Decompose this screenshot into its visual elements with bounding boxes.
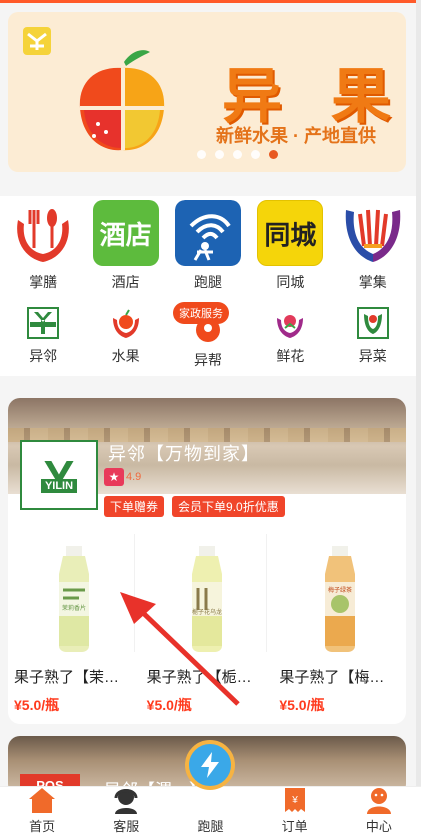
- tab-customer-service[interactable]: 客服: [96, 786, 156, 835]
- hands-fork-spoon-icon: [17, 209, 70, 262]
- category-item-zhangji[interactable]: 掌集: [338, 200, 408, 292]
- category-label: 水果: [111, 348, 140, 364]
- runner-wifi-icon: [174, 200, 241, 266]
- category-item-hotel[interactable]: 酒店 酒店: [91, 200, 161, 292]
- product-name[interactable]: 果子熟了【茉…: [14, 666, 135, 687]
- category-item-vegetable[interactable]: 异菜: [338, 306, 408, 370]
- svg-text:¥: ¥: [291, 795, 298, 806]
- product-item[interactable]: 梅子绿茶 果子熟了【梅… ¥5.0/瓶: [273, 534, 406, 715]
- carousel-dot[interactable]: [214, 150, 224, 159]
- same-city-icon-text: 同城: [264, 219, 317, 250]
- app-logo-icon: [23, 27, 51, 55]
- lightning-icon: [201, 752, 220, 778]
- tab-orders[interactable]: ¥ 订单: [265, 786, 325, 835]
- carousel-dot[interactable]: [250, 150, 260, 159]
- same-city-icon: 同城: [257, 200, 324, 266]
- category-label: 跑腿: [193, 274, 222, 290]
- product-name[interactable]: 果子熟了【梅…: [279, 666, 400, 687]
- category-grid: 掌膳 酒店 酒店 跑腿 同城 同城 掌集 异邻 水果 家政服务 异帮 鲜花 异菜: [0, 196, 416, 376]
- shop-rating: ★ 4.9: [104, 468, 141, 486]
- coupon-tags: 下单赠券 会员下单9.0折优惠: [104, 496, 285, 517]
- category-label: 同城: [276, 274, 305, 290]
- headset-icon: [114, 789, 138, 814]
- flower-icon: [277, 315, 304, 338]
- product-image: 栀子花乌龙: [147, 534, 268, 652]
- tab-label: 客服: [113, 819, 140, 834]
- tab-label: 订单: [281, 819, 308, 834]
- bottle-label: 茉莉香片: [62, 604, 86, 612]
- coupon-tag: 下单赠券: [104, 496, 165, 517]
- product-item[interactable]: 栀子花乌龙 果子熟了【栀… ¥5.0/瓶: [141, 534, 274, 715]
- star-icon: ★: [104, 468, 124, 486]
- carousel-dot-active[interactable]: [268, 150, 278, 159]
- category-item-errand[interactable]: 跑腿: [173, 200, 243, 292]
- hotel-icon-text: 酒店: [99, 219, 152, 250]
- bottom-tab-bar: 首页 客服 跑腿 ¥ 订单 中心: [0, 740, 421, 837]
- category-label: 掌膳: [29, 274, 58, 290]
- shop-name[interactable]: 异邻【万物到家】: [108, 440, 260, 466]
- promo-banner[interactable]: 异 果 新鲜水果 · 产地直供: [8, 12, 406, 172]
- product-price: ¥5.0/瓶: [279, 697, 325, 713]
- shop-logo-text: YILIN: [40, 479, 78, 493]
- product-price: ¥5.0/瓶: [14, 697, 60, 713]
- housekeeping-badge: 家政服务: [172, 302, 229, 324]
- rating-value: 4.9: [126, 471, 142, 483]
- carousel-dots[interactable]: [8, 150, 406, 159]
- errand-fab-button[interactable]: [185, 740, 236, 790]
- home-icon: [29, 788, 56, 813]
- category-item-same-city[interactable]: 同城 同城: [255, 200, 325, 292]
- product-image: 茉莉香片: [14, 534, 135, 652]
- category-label: 异帮: [193, 352, 222, 368]
- shop-logo: Y YILIN: [20, 440, 98, 510]
- bottle-label: 栀子花乌龙: [191, 608, 221, 616]
- bottle-icon: 梅子绿茶: [324, 546, 355, 652]
- category-label: 异邻: [29, 348, 58, 364]
- category-item-flower[interactable]: 鲜花: [255, 306, 325, 370]
- tab-home[interactable]: 首页: [12, 786, 72, 835]
- product-item[interactable]: 茉莉香片 果子熟了【茉… ¥5.0/瓶: [8, 534, 141, 715]
- coupon-tag: 会员下单9.0折优惠: [172, 496, 285, 517]
- hotel-icon: 酒店: [92, 200, 159, 266]
- order-icon: ¥: [284, 788, 305, 812]
- carousel-dot[interactable]: [196, 150, 206, 159]
- category-label: 鲜花: [276, 348, 305, 364]
- bottle-icon: 栀子花乌龙: [191, 546, 222, 652]
- shop-card[interactable]: Y YILIN 异邻【万物到家】 ★ 4.9 下单赠券 会员下单9.0折优惠 茉…: [8, 398, 406, 724]
- category-label: 异菜: [358, 348, 387, 364]
- fruit-logo-icon: [79, 50, 165, 151]
- product-name[interactable]: 果子熟了【栀…: [147, 666, 268, 687]
- banner-subtitle: 新鲜水果 · 产地直供: [216, 126, 376, 146]
- product-image: 梅子绿茶: [279, 534, 400, 652]
- tab-spacer: [195, 786, 225, 814]
- category-item-zhangshan[interactable]: 掌膳: [8, 200, 78, 292]
- category-item-helper[interactable]: 家政服务 异帮: [172, 302, 243, 370]
- vegetable-icon: [356, 307, 389, 339]
- category-item-fruit[interactable]: 水果: [91, 306, 161, 370]
- yilin-logo-icon: [27, 307, 60, 339]
- tab-errand[interactable]: 跑腿: [180, 740, 240, 835]
- tab-label: 中心: [365, 819, 392, 834]
- bottle-icon: 茉莉香片: [58, 546, 89, 652]
- fruit-hands-icon: [112, 309, 139, 338]
- tab-label: 首页: [29, 819, 56, 834]
- tab-center[interactable]: 中心: [349, 786, 409, 835]
- product-list: 茉莉香片 果子熟了【茉… ¥5.0/瓶 栀子花乌龙 果子熟了【栀… ¥5.0/瓶: [8, 534, 406, 715]
- category-label: 掌集: [358, 274, 387, 290]
- scrollbar-track: [416, 0, 421, 837]
- user-center-icon: [366, 788, 391, 814]
- category-item-yilin[interactable]: 异邻: [8, 306, 78, 370]
- top-accent-line: [0, 0, 421, 3]
- category-label: 酒店: [111, 274, 140, 290]
- bottle-label: 梅子绿茶: [328, 586, 352, 594]
- carousel-dot[interactable]: [232, 150, 242, 159]
- product-price: ¥5.0/瓶: [146, 697, 192, 713]
- hands-gift-icon: [345, 209, 401, 262]
- tab-label: 跑腿: [197, 819, 224, 834]
